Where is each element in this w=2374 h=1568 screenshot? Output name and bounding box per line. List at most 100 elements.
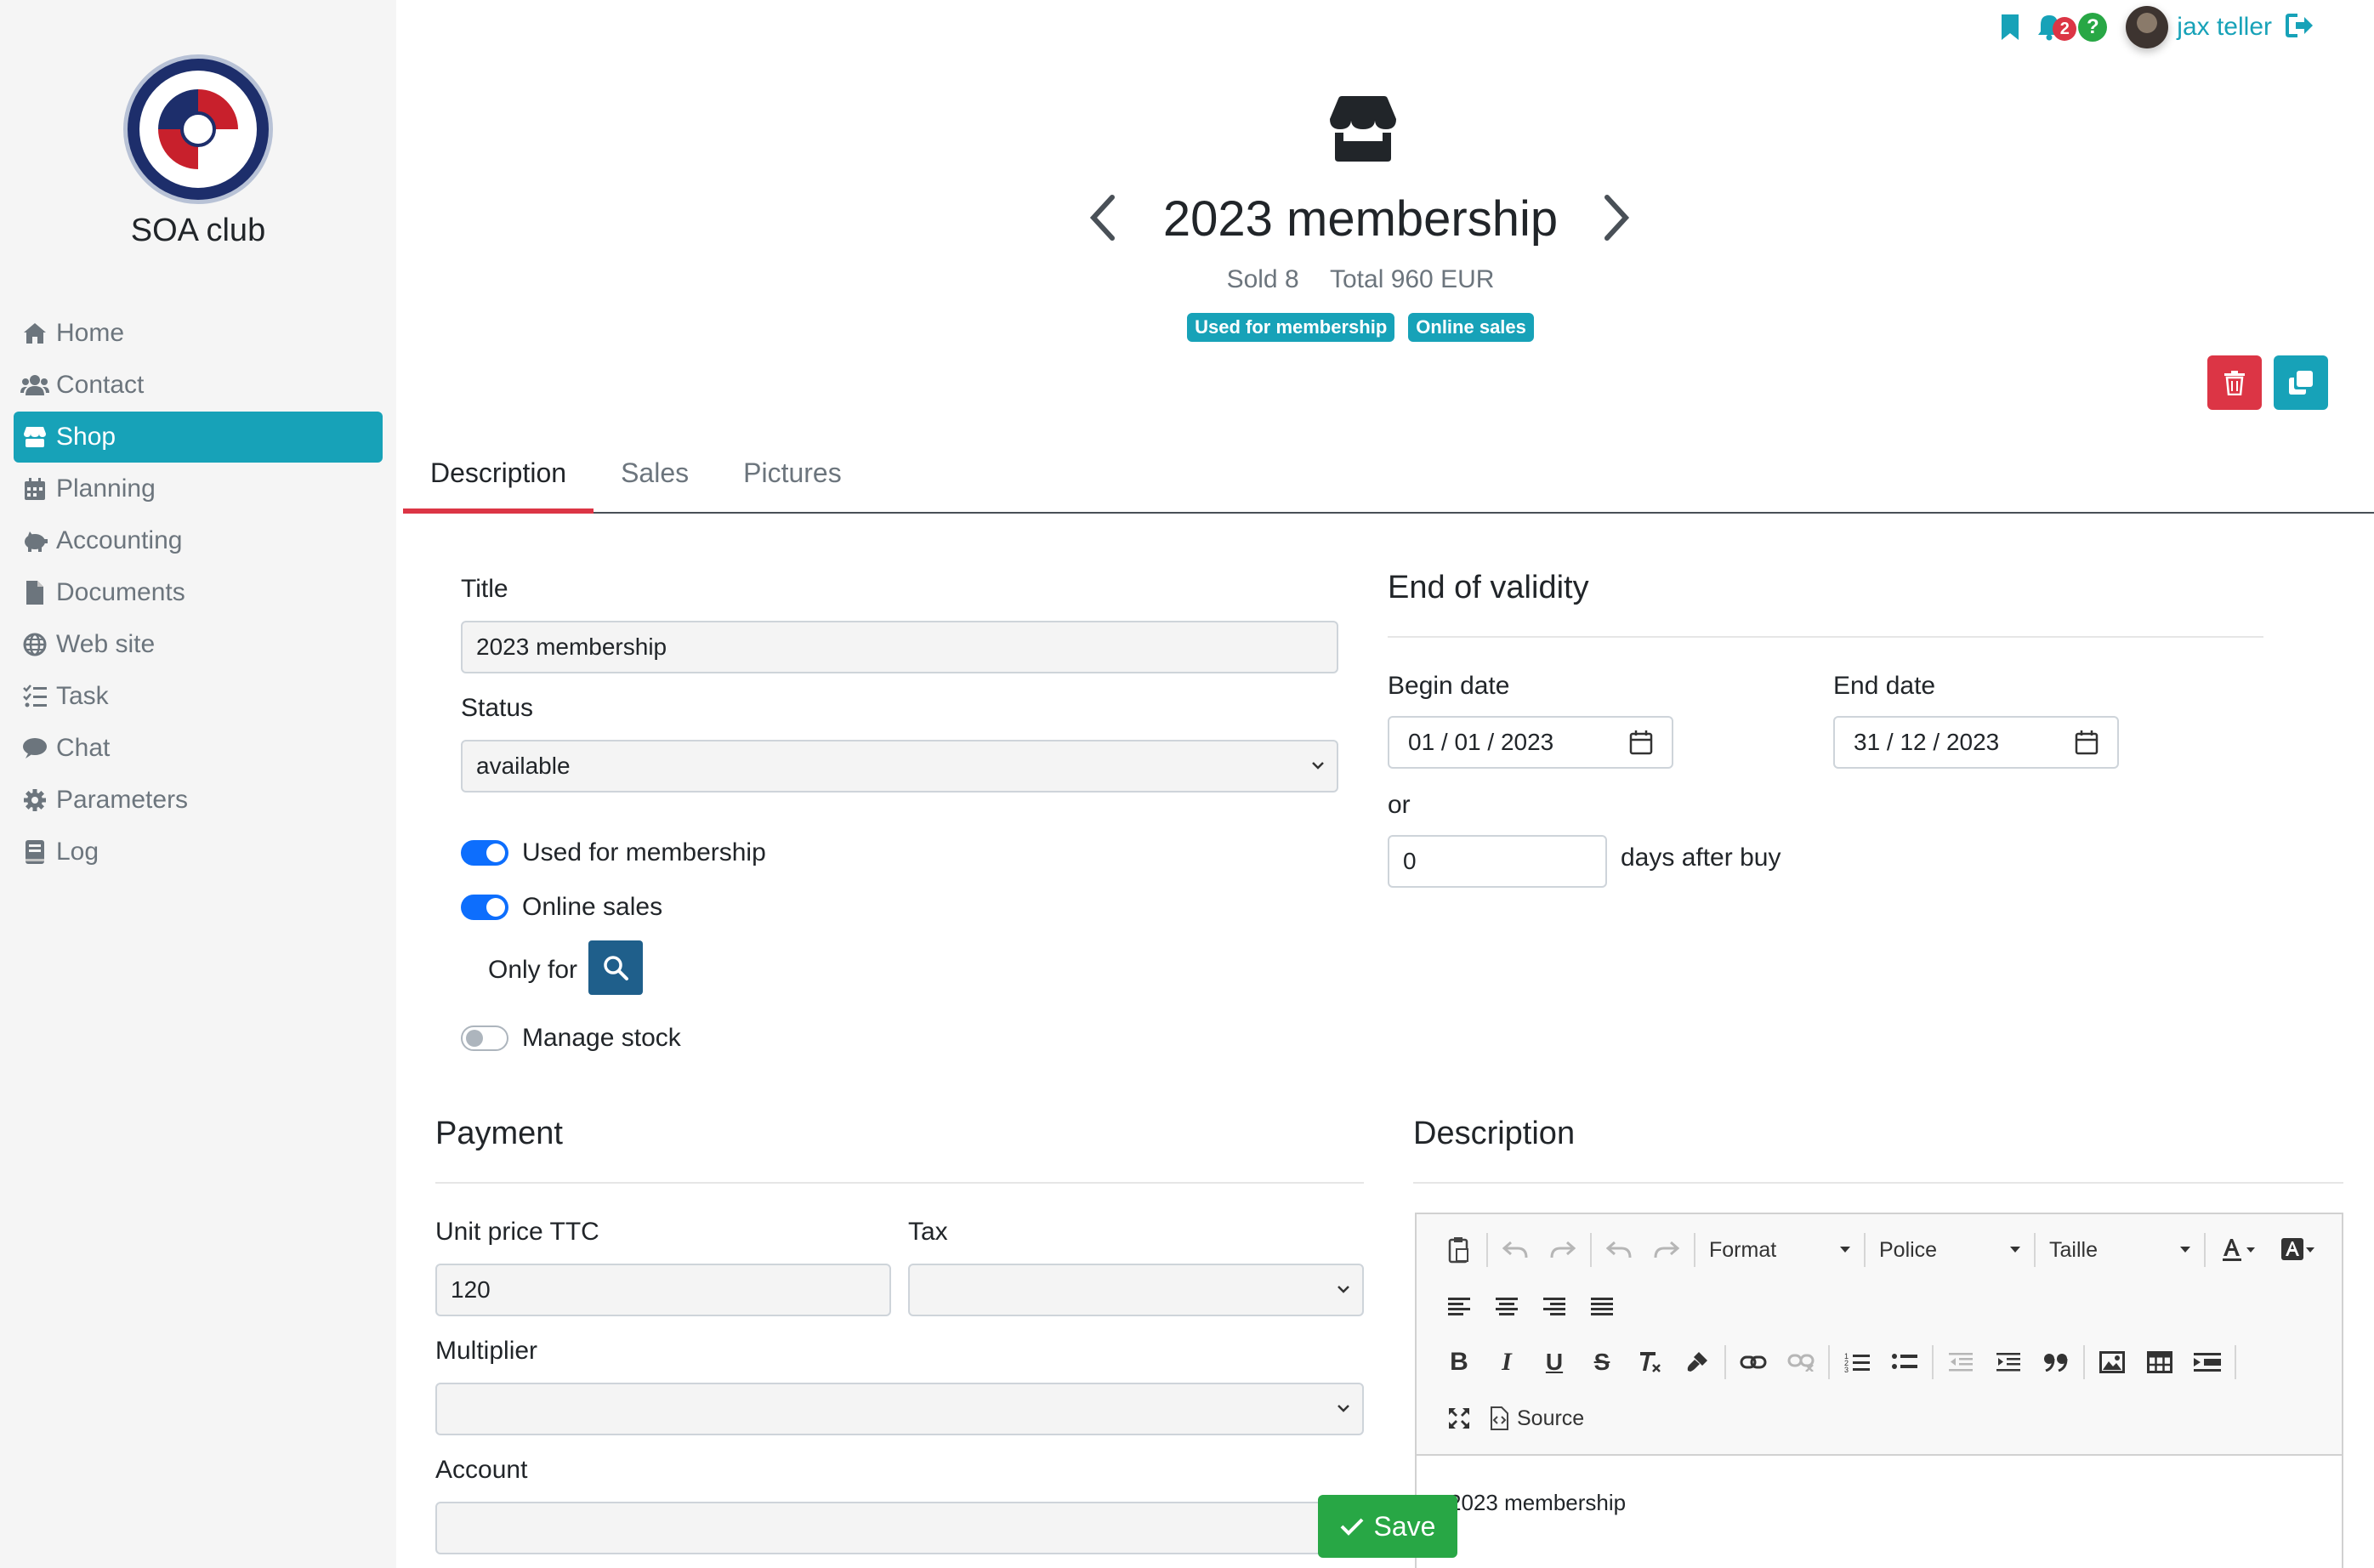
table-icon[interactable] [2136,1340,2184,1384]
sidebar-item-web-site[interactable]: Web site [14,619,383,670]
align-justify-icon[interactable] [1578,1284,1626,1328]
maximize-icon[interactable] [1435,1396,1483,1440]
tax-select[interactable] [908,1264,1364,1316]
only-for-search-button[interactable] [588,940,643,995]
tab-description[interactable]: Description [403,432,594,514]
undo-history-icon[interactable] [1595,1228,1643,1272]
club-logo [123,54,273,204]
tab-pictures[interactable]: Pictures [716,432,869,514]
sidebar-item-accounting[interactable]: Accounting [14,515,383,566]
editor-toolbar-row: B I U S 123 [1435,1340,2240,1384]
format-dropdown[interactable]: Format [1699,1228,1860,1272]
sidebar-item-parameters[interactable]: Parameters [14,775,383,826]
sold-count: Sold 8 [1226,265,1299,293]
logout-icon[interactable] [2286,13,2314,43]
redo-history-icon[interactable] [1643,1228,1690,1272]
link-icon[interactable] [1729,1340,1777,1384]
outdent-icon[interactable] [1937,1340,1985,1384]
username-link[interactable]: jax teller [2177,13,2272,42]
horizontal-rule-icon[interactable] [2184,1340,2231,1384]
paste-icon[interactable] [1435,1228,1483,1272]
align-left-icon[interactable] [1435,1284,1483,1328]
size-dropdown[interactable]: Taille [2039,1228,2201,1272]
calendar-icon[interactable] [1629,730,1653,755]
sidebar-item-contact[interactable]: Contact [14,360,383,411]
editor-toolbar-row [1435,1284,1626,1328]
account-select[interactable] [435,1502,1364,1554]
redo-icon[interactable] [1539,1228,1587,1272]
blockquote-icon[interactable] [2032,1340,2080,1384]
align-right-icon[interactable] [1531,1284,1578,1328]
duplicate-button[interactable] [2274,355,2328,410]
bookmark-icon[interactable] [1993,9,2027,46]
sidebar-item-documents[interactable]: Documents [14,567,383,618]
avatar[interactable] [2126,6,2169,48]
font-dropdown[interactable]: Police [1869,1228,2030,1272]
bold-icon[interactable]: B [1435,1340,1483,1384]
membership-toggle-label: Used for membership [522,838,766,866]
store-icon [20,423,49,452]
check-icon [1340,1518,1363,1536]
chat-icon [20,734,49,763]
sidebar-item-chat[interactable]: Chat [14,723,383,774]
bulleted-list-icon[interactable] [1881,1340,1928,1384]
online-sales-toggle[interactable] [461,895,508,920]
source-button[interactable]: Source [1490,1406,1584,1431]
save-button-label: Save [1373,1510,1436,1542]
sidebar-item-home[interactable]: Home [14,308,383,359]
begin-date-input[interactable]: 01 / 01 / 2023 [1388,716,1673,769]
tab-sales[interactable]: Sales [594,432,716,514]
bell-icon[interactable]: 2 [2032,9,2077,46]
copy-format-icon[interactable] [1673,1340,1721,1384]
save-button[interactable]: Save [1318,1495,1457,1558]
multiplier-label: Multiplier [435,1337,538,1365]
sidebar-item-task[interactable]: Task [14,671,383,722]
sidebar-item-label: Parameters [56,786,189,814]
unit-price-input[interactable]: 120 [435,1264,891,1316]
sidebar-item-planning[interactable]: Planning [14,463,383,514]
end-date-input[interactable]: 31 / 12 / 2023 [1833,716,2119,769]
title-input[interactable]: 2023 membership [461,621,1338,673]
delete-button[interactable] [2207,355,2262,410]
italic-icon[interactable]: I [1483,1340,1531,1384]
divider [1388,636,2263,638]
image-icon[interactable] [2088,1340,2136,1384]
status-select[interactable]: available [461,740,1338,793]
background-color-icon[interactable] [2269,1228,2328,1272]
source-button-label: Source [1517,1406,1585,1430]
unlink-icon[interactable] [1777,1340,1825,1384]
calendar-icon[interactable] [2075,730,2099,755]
text-color-icon[interactable] [2209,1228,2269,1272]
payment-heading: Payment [435,1116,563,1151]
end-date-label: End date [1833,672,1936,700]
editor-toolbar-row: Format Police Taille [1435,1228,2328,1272]
indent-icon[interactable] [1985,1340,2032,1384]
underline-icon[interactable]: U [1531,1340,1578,1384]
page-title: 2023 membership [1162,191,1559,247]
strikethrough-icon[interactable]: S [1578,1340,1626,1384]
next-item-arrow-icon[interactable] [1599,194,1633,246]
end-date-value: 31 / 12 / 2023 [1854,729,2000,755]
numbered-list-icon[interactable]: 123 [1833,1340,1881,1384]
caret-down-icon [2180,1247,2190,1253]
store-icon [1325,94,1401,168]
editor-content-area[interactable]: 2023 membership [1417,1454,2342,1568]
membership-toggle[interactable] [461,840,508,866]
multiplier-select[interactable] [435,1383,1364,1435]
sidebar-item-shop[interactable]: Shop [14,412,383,463]
align-center-icon[interactable] [1483,1284,1531,1328]
manage-stock-toggle[interactable] [461,1025,508,1051]
users-icon [20,371,49,400]
undo-icon[interactable] [1491,1228,1539,1272]
caret-down-icon [1840,1247,1850,1253]
item-tags: Used for membership Online sales [935,313,1786,342]
sidebar-item-label: Documents [56,578,185,606]
sidebar-item-log[interactable]: Log [14,827,383,878]
top-bar: 2 ? jax teller [1988,6,2314,48]
remove-format-icon[interactable] [1626,1340,1673,1384]
sidebar-item-label: Home [56,319,125,347]
help-icon[interactable]: ? [2078,13,2108,42]
days-after-buy-input[interactable]: 0 [1388,835,1607,888]
item-stats: Sold 8 Total 960 EUR [935,265,1786,294]
file-icon [20,578,49,607]
